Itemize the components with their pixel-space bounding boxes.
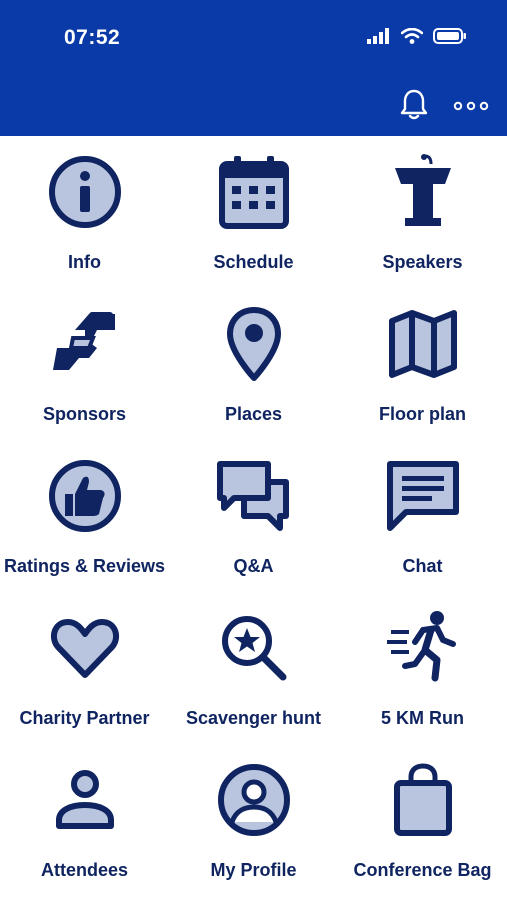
tile-label: Attendees <box>40 860 129 880</box>
tile-label: My Profile <box>210 860 297 880</box>
map-icon <box>383 304 463 384</box>
profile-icon <box>214 760 294 840</box>
tile-label: Info <box>68 252 101 272</box>
tile-label: 5 KM Run <box>381 708 464 728</box>
bell-icon[interactable] <box>399 88 429 125</box>
handshake-icon <box>45 304 125 384</box>
tile-label: Sponsors <box>42 404 126 424</box>
tile-qa[interactable]: Q&A <box>169 440 338 592</box>
tile-info[interactable]: Info <box>0 136 169 288</box>
more-icon[interactable] <box>453 98 489 116</box>
tile-attendees[interactable]: Attendees <box>0 744 169 896</box>
tile-conference-bag[interactable]: Conference Bag <box>338 744 507 896</box>
wifi-icon <box>400 27 424 49</box>
status-icons <box>367 27 467 49</box>
podium-icon <box>383 152 463 232</box>
chat-icon <box>383 456 463 536</box>
tile-speakers[interactable]: Speakers <box>338 136 507 288</box>
tile-label: Charity Partner <box>19 708 150 728</box>
tile-5km-run[interactable]: 5 KM Run <box>338 592 507 744</box>
tile-label: Ratings & Reviews <box>3 556 166 576</box>
tile-schedule[interactable]: Schedule <box>169 136 338 288</box>
calendar-icon <box>214 152 294 232</box>
tile-floor-plan[interactable]: Floor plan <box>338 288 507 440</box>
runner-icon <box>383 608 463 688</box>
tile-label: Floor plan <box>379 404 466 424</box>
tile-label: Scavenger hunt <box>185 708 322 728</box>
tile-label: Chat <box>402 556 443 576</box>
tile-charity-partner[interactable]: Charity Partner <box>0 592 169 744</box>
tile-label: Q&A <box>233 556 274 576</box>
tile-label: Schedule <box>213 252 294 272</box>
heart-icon <box>45 608 125 688</box>
map-pin-icon <box>214 304 294 384</box>
person-icon <box>45 760 125 840</box>
signal-icon <box>367 28 391 49</box>
tile-label: Conference Bag <box>353 860 492 880</box>
tile-label: Places <box>224 404 283 424</box>
tile-ratings-reviews[interactable]: Ratings & Reviews <box>0 440 169 592</box>
menu-grid: Info Schedule Speakers Sponsors Places F… <box>0 136 507 896</box>
thumbs-up-icon <box>45 456 125 536</box>
info-icon <box>45 152 125 232</box>
magnifier-star-icon <box>214 608 294 688</box>
tile-label: Speakers <box>382 252 463 272</box>
bag-icon <box>383 760 463 840</box>
battery-icon <box>433 28 467 49</box>
app-header: 07:52 <box>0 0 507 136</box>
tile-chat[interactable]: Chat <box>338 440 507 592</box>
chat-bubbles-icon <box>214 456 294 536</box>
tile-sponsors[interactable]: Sponsors <box>0 288 169 440</box>
tile-scavenger-hunt[interactable]: Scavenger hunt <box>169 592 338 744</box>
tile-places[interactable]: Places <box>169 288 338 440</box>
tile-my-profile[interactable]: My Profile <box>169 744 338 896</box>
status-time: 07:52 <box>64 26 121 49</box>
